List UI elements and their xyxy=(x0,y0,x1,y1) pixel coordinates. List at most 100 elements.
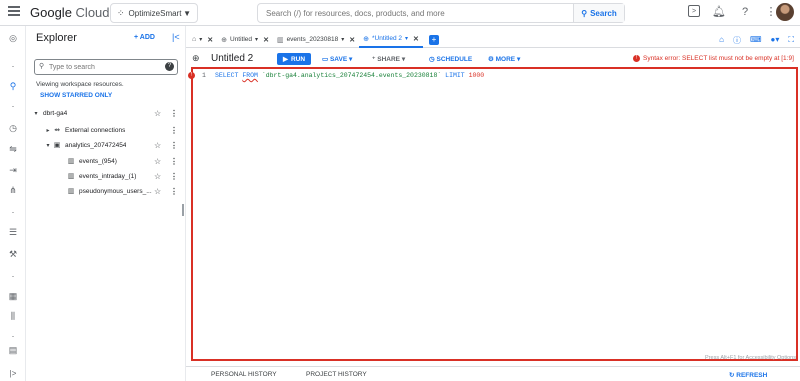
error-icon: ! xyxy=(633,55,640,62)
google-cloud-logo[interactable]: Google Cloud xyxy=(30,5,110,20)
more-vert-icon[interactable]: ⋮ xyxy=(170,141,178,150)
chevron-down-icon: ▾ xyxy=(515,56,521,63)
pipeline-icon[interactable]: ⇥ xyxy=(7,164,19,176)
chart-icon[interactable]: ▦ xyxy=(7,290,19,302)
more-vert-icon[interactable]: ⋮ xyxy=(170,109,178,118)
more-button[interactable]: ⚙ MORE ▾ xyxy=(488,55,520,63)
close-icon[interactable]: ✕ xyxy=(263,36,269,44)
explorer-title: Explorer xyxy=(36,32,77,44)
star-icon[interactable]: ☆ xyxy=(154,109,161,118)
panel-resize-handle[interactable] xyxy=(182,204,184,216)
search-input[interactable] xyxy=(258,4,574,22)
tree-item-table[interactable]: ▥ events_intraday_(1) ☆ ⋮ xyxy=(26,169,184,183)
add-button[interactable]: + ADD xyxy=(134,34,155,41)
collapse-panel-icon[interactable]: |< xyxy=(172,32,180,42)
logo-google-text: Google xyxy=(30,5,72,20)
tab-events-table[interactable]: ▥ events_20230818 ▾ ✕ xyxy=(273,32,359,48)
tab-untitled[interactable]: ⊕ Untitled ▾ ✕ xyxy=(217,32,273,48)
lightbulb-icon[interactable]: ●▾ xyxy=(771,35,780,46)
list-icon[interactable]: ☰ xyxy=(7,226,19,238)
bell-icon[interactable]: 🔔︎ xyxy=(712,5,726,19)
star-icon[interactable]: ☆ xyxy=(154,187,161,196)
search-button[interactable]: ⚲ Search xyxy=(573,4,624,22)
caret-down-icon[interactable]: ▾ xyxy=(32,110,40,117)
chevron-down-icon[interactable]: ▾ xyxy=(341,36,344,43)
save-button[interactable]: ▭ SAVE ▾ xyxy=(322,55,352,63)
keyboard-icon[interactable]: ⌨ xyxy=(750,35,762,46)
search-icon: ⚲ xyxy=(581,8,588,18)
search-icon: ⚲ xyxy=(39,63,45,70)
tab-home[interactable]: ⌂ ▾ ✕ xyxy=(186,32,217,48)
avatar[interactable] xyxy=(776,3,794,21)
explorer-search-input[interactable] xyxy=(49,60,159,74)
tab-project-history[interactable]: PROJECT HISTORY xyxy=(306,371,367,378)
code-line[interactable]: SELECT FROM `dbrt-ga4.analytics_20747245… xyxy=(215,72,484,79)
chevron-down-icon: ▾ xyxy=(347,56,353,63)
tree-item-dataset[interactable]: ▾ ▣ analytics_207472454 ☆ ⋮ xyxy=(26,138,184,152)
schedule-button[interactable]: ◷ SCHEDULE xyxy=(429,55,472,63)
chevron-down-icon[interactable]: ▾ xyxy=(405,35,408,42)
tree-item-project[interactable]: ▾ dbrt-ga4 ☆ ⋮ xyxy=(26,106,184,120)
more-vert-icon[interactable]: ⋮ xyxy=(170,172,178,181)
run-label: RUN xyxy=(290,55,306,63)
tab-personal-history[interactable]: PERSONAL HISTORY xyxy=(211,371,277,378)
star-icon[interactable]: ☆ xyxy=(154,141,161,150)
more-vert-icon[interactable]: ⋮ xyxy=(170,157,178,166)
tree-item-external-connections[interactable]: ▸ ⇴ External connections ⋮ xyxy=(26,123,184,137)
close-icon[interactable]: ✕ xyxy=(207,36,213,44)
dot-icon: · xyxy=(11,61,15,71)
save-icon: ▭ xyxy=(322,56,330,63)
refresh-button[interactable]: ↻ REFRESH xyxy=(729,371,767,379)
explorer-search: ⚲ ? xyxy=(34,59,178,75)
dot-icon: · xyxy=(11,271,15,281)
caret-down-icon[interactable]: ▾ xyxy=(44,142,52,149)
query-toolbar: ⊕ Untitled 2 ▶ RUN ▭ SAVE ▾ ⁺ SHARE ▾ ◷ … xyxy=(186,51,800,67)
history-bar: PERSONAL HISTORY PROJECT HISTORY ↻ REFRE… xyxy=(186,366,800,381)
play-icon: ▶ xyxy=(282,56,288,63)
hamburger-menu-icon[interactable] xyxy=(8,6,20,18)
home-icon[interactable]: ⌂ xyxy=(719,35,724,46)
more-vert-icon[interactable]: ⋮ xyxy=(170,187,178,196)
show-starred-button[interactable]: SHOW STARRED ONLY xyxy=(40,92,112,99)
close-icon[interactable]: ✕ xyxy=(413,35,419,43)
tree-item-table[interactable]: ▥ events_(954) ☆ ⋮ xyxy=(26,154,184,168)
star-icon[interactable]: ☆ xyxy=(154,172,161,181)
caret-right-icon[interactable]: ▸ xyxy=(44,127,52,134)
wrench-icon[interactable]: ⚒ xyxy=(7,248,19,260)
search-button-label: Search xyxy=(590,8,617,18)
syntax-error-message: ! Syntax error: SELECT list must not be e… xyxy=(633,55,794,62)
share-button[interactable]: ⁺ SHARE ▾ xyxy=(372,55,405,63)
tab-untitled-2[interactable]: ⊕ *Untitled 2 ▾ ✕ xyxy=(359,32,423,48)
save-label: SAVE xyxy=(329,56,348,63)
bigquery-icon[interactable]: ◎ xyxy=(7,32,19,44)
tab-label: events_20230818 xyxy=(286,36,339,43)
project-selector[interactable]: ⁘ OptimizeSmart ▼ xyxy=(110,3,198,23)
star-icon[interactable]: ☆ xyxy=(154,157,161,166)
tree-item-table[interactable]: ▥ pseudonymous_users_... ☆ ⋮ xyxy=(26,184,184,198)
document-icon[interactable]: ▤ xyxy=(7,344,19,356)
tree-label: events_intraday_(1) xyxy=(79,172,137,180)
home-icon: ⌂ xyxy=(192,36,197,43)
transfer-icon[interactable]: ⇋ xyxy=(7,143,19,155)
new-tab-button[interactable]: + xyxy=(428,34,439,45)
table-icon: ▥ xyxy=(67,173,75,180)
dot-icon: · xyxy=(11,331,15,341)
info-icon[interactable]: ⓘ xyxy=(733,35,741,46)
expand-rail-icon[interactable]: |> xyxy=(0,366,26,381)
share-icon[interactable]: ⋔ xyxy=(7,184,19,196)
fullscreen-icon[interactable]: ⛶ xyxy=(788,35,794,46)
run-button[interactable]: ▶ RUN xyxy=(277,53,311,65)
chevron-down-icon[interactable]: ▾ xyxy=(255,36,258,43)
settings-sliders-icon[interactable]: ⫼ xyxy=(7,310,19,322)
help-icon[interactable]: ? xyxy=(165,62,174,71)
sql-editor[interactable]: ! 1 SELECT FROM `dbrt-ga4.analytics_2074… xyxy=(188,67,798,361)
chevron-down-icon[interactable]: ▾ xyxy=(199,36,202,43)
keyword-select: SELECT xyxy=(215,72,239,79)
search-icon[interactable]: ⚲ xyxy=(7,80,19,92)
help-icon[interactable]: ? xyxy=(738,5,752,19)
more-vert-icon[interactable]: ⋮ xyxy=(170,126,178,135)
terminal-icon[interactable]: > xyxy=(688,5,700,17)
history-icon[interactable]: ◷ xyxy=(7,122,19,134)
close-icon[interactable]: ✕ xyxy=(349,36,355,44)
dot-icon: · xyxy=(11,207,15,217)
